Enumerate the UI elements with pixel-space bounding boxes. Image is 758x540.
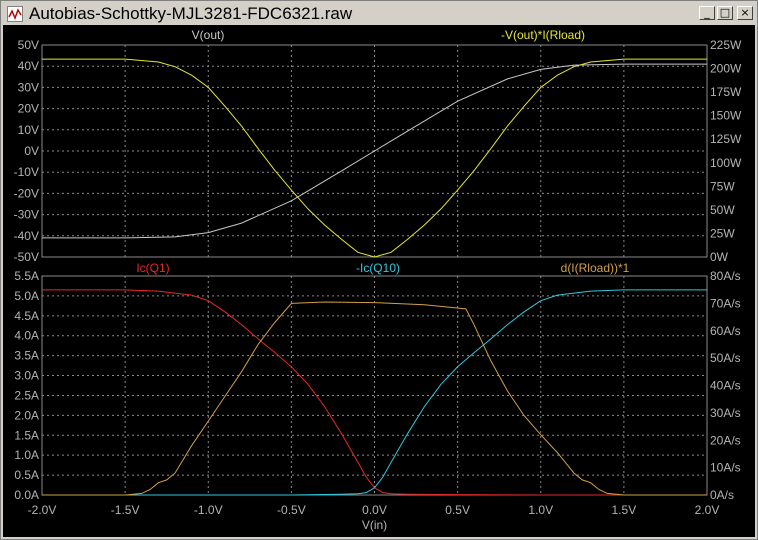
x-tick-label: 1.5V xyxy=(612,503,637,517)
series-label: V(out) xyxy=(192,28,225,42)
title-bar[interactable]: Autobias-Schottky-MJL3281-FDC6321.raw _ … xyxy=(3,3,755,25)
y-tick-label-right: 60A/s xyxy=(710,324,741,338)
x-tick-label: -1.5V xyxy=(111,503,140,517)
plot-area[interactable]: 50V 40V 30V 20V 10V 0V -10V -20V -30V -40V -50V 225… xyxy=(3,25,755,537)
y-tick-label-right: 50W xyxy=(710,203,735,217)
y-tick-label-left: 0V xyxy=(24,144,39,158)
minimize-button[interactable]: _ xyxy=(699,6,715,20)
y-tick-label-right: 25W xyxy=(710,226,735,240)
series-label: d(I(Rload))*1 xyxy=(561,261,630,275)
y-tick-label-left: 1.5A xyxy=(14,428,39,442)
y-tick-label-left: 0.5A xyxy=(14,468,39,482)
y-tick-label-left: 2.0A xyxy=(14,408,39,422)
y-tick-label-right: 80A/s xyxy=(710,269,741,283)
y-tick-label-left: 1.0A xyxy=(14,448,39,462)
y-tick-label-right: 70A/s xyxy=(710,296,741,310)
y-tick-label-left: 2.5A xyxy=(14,388,39,402)
series-line xyxy=(42,58,707,258)
y-tick-label-left: 30V xyxy=(18,80,39,94)
x-tick-label: -2.0V xyxy=(28,503,57,517)
y-tick-label-left: -10V xyxy=(14,165,39,179)
y-tick-label-right: 0A/s xyxy=(710,488,734,502)
x-tick-label: 2.0V xyxy=(695,503,720,517)
y-tick-label-left: -50V xyxy=(14,250,39,264)
y-tick-label-left: -40V xyxy=(14,229,39,243)
y-tick-label-right: 40A/s xyxy=(710,379,741,393)
window-title: Autobias-Schottky-MJL3281-FDC6321.raw xyxy=(29,4,353,23)
y-tick-label-right: 10A/s xyxy=(710,461,741,475)
y-tick-label-right: 30A/s xyxy=(710,406,741,420)
y-tick-label-left: 10V xyxy=(18,123,39,137)
close-button[interactable]: × xyxy=(737,6,753,20)
y-tick-label-right: 150W xyxy=(710,109,742,123)
x-tick-label: -1.0V xyxy=(194,503,223,517)
y-tick-label-left: 4.0A xyxy=(14,329,39,343)
y-tick-label-left: 5.0A xyxy=(14,289,39,303)
y-tick-label-left: -20V xyxy=(14,186,39,200)
y-tick-label-left: 50V xyxy=(18,38,39,52)
series-label: -Ic(Q10) xyxy=(356,261,400,275)
y-tick-label-right: 75W xyxy=(710,179,735,193)
series-label: Ic(Q1) xyxy=(136,261,169,275)
y-tick-label-right: 0W xyxy=(710,250,729,264)
x-tick-label: -0.5V xyxy=(277,503,306,517)
waveform-window: Autobias-Schottky-MJL3281-FDC6321.raw _ … xyxy=(0,0,758,540)
y-tick-label-left: 20V xyxy=(18,102,39,116)
waveform-plots[interactable]: 50V 40V 30V 20V 10V 0V -10V -20V -30V -40V -50V 225… xyxy=(3,25,755,537)
y-tick-label-right: 20A/s xyxy=(710,433,741,447)
y-tick-label-left: 5.5A xyxy=(14,269,39,283)
y-tick-label-left: 40V xyxy=(18,59,39,73)
y-tick-label-left: 4.5A xyxy=(14,309,39,323)
x-axis-label: V(in) xyxy=(362,518,387,532)
maximize-button[interactable]: □ xyxy=(717,6,733,20)
y-tick-label-right: 175W xyxy=(710,85,742,99)
x-tick-label: 1.0V xyxy=(528,503,553,517)
waveform-icon xyxy=(7,6,23,22)
y-tick-label-left: -30V xyxy=(14,208,39,222)
x-tick-label: 0.5V xyxy=(445,503,470,517)
y-tick-label-right: 125W xyxy=(710,132,742,146)
y-tick-label-right: 225W xyxy=(710,38,742,52)
y-tick-label-right: 100W xyxy=(710,156,742,170)
series-label: -V(out)*I(Rload) xyxy=(501,28,585,42)
x-tick-label: 0.0V xyxy=(362,503,387,517)
y-tick-label-left: 3.5A xyxy=(14,349,39,363)
y-tick-label-left: 0.0A xyxy=(14,488,39,502)
y-tick-label-right: 200W xyxy=(710,62,742,76)
y-tick-label-right: 50A/s xyxy=(710,351,741,365)
y-tick-label-left: 3.0A xyxy=(14,369,39,383)
